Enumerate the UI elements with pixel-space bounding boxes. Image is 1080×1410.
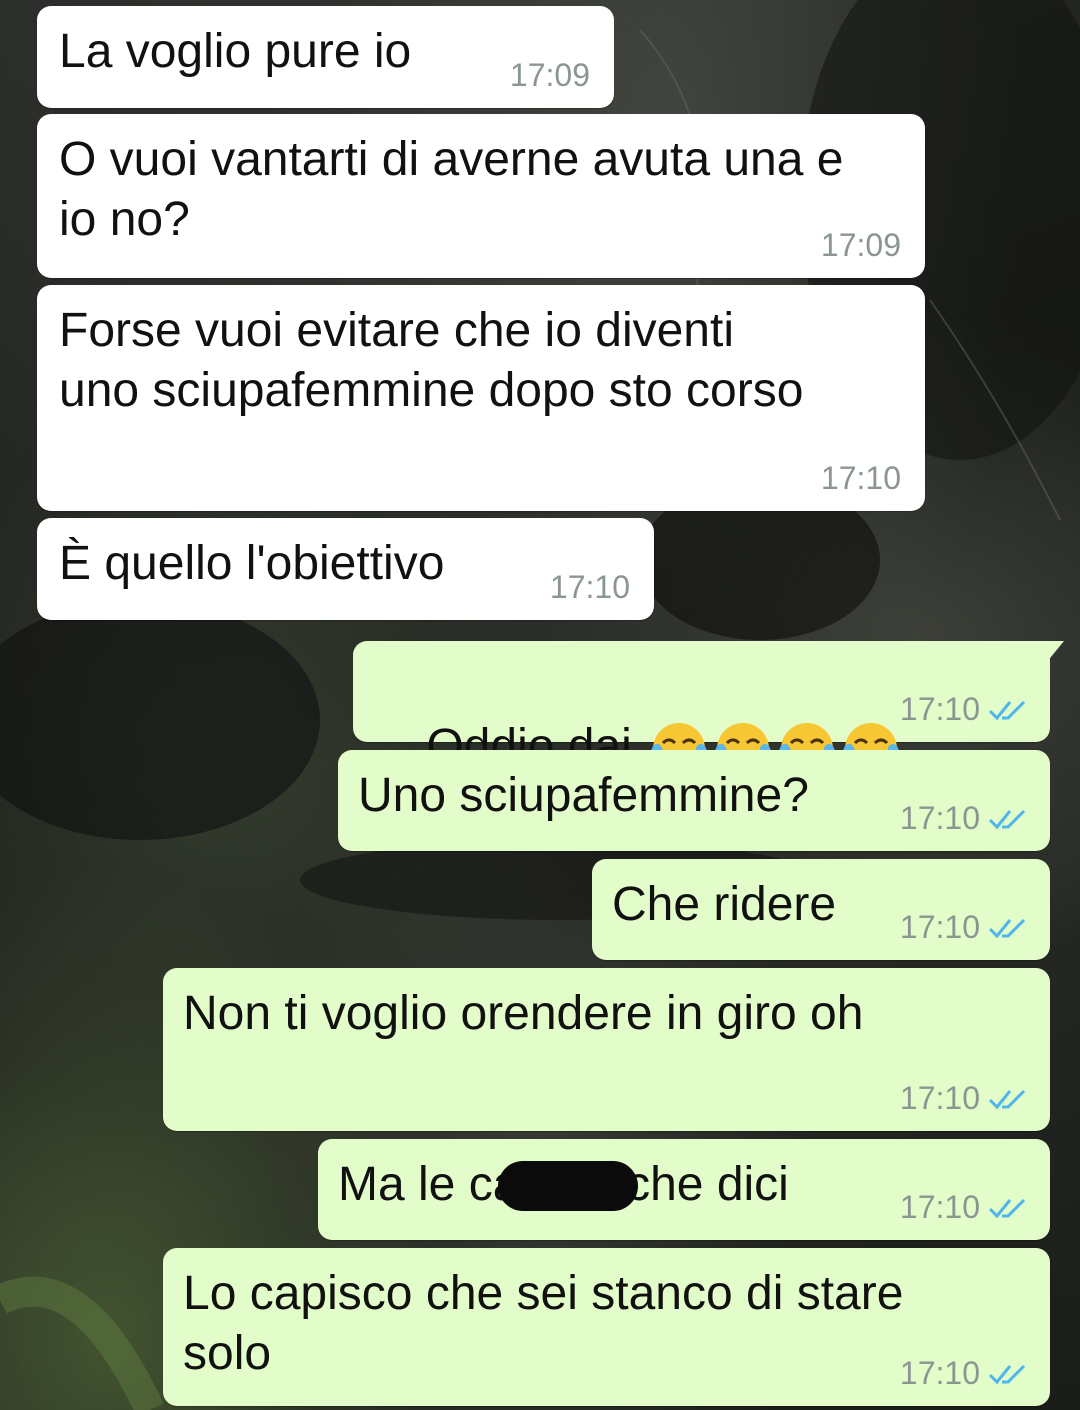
message-text: Che ridere [612,878,837,931]
double-check-icon [988,918,1026,939]
redaction-scribble [498,1161,638,1211]
message-time: 17:09 [820,227,901,263]
message-text: Uno sciupafemmine? [358,769,809,822]
message-time: 17:10 [899,909,980,945]
message-time: 17:09 [509,57,590,93]
outgoing-message[interactable]: Non ti voglio orendere in giro oh 17:10 [163,968,1050,1131]
message-text: Non ti voglio orendere in giro oh [183,987,864,1040]
message-text: La voglio pure io [59,25,412,78]
incoming-message[interactable]: O vuoi vantarti di averne avuta una e io… [37,114,925,278]
double-check-icon [988,809,1026,830]
incoming-message[interactable]: È quello l'obiettivo 17:10 [37,518,654,620]
outgoing-message[interactable]: Oddio dai 17:10 [353,641,1064,776]
incoming-message[interactable]: La voglio pure io 17:09 [37,6,614,108]
message-text: Lo capisco che sei stanco di stare solo [183,1267,904,1380]
double-check-icon [988,1089,1026,1110]
outgoing-message[interactable]: Ma le ca che dici 17:10 [318,1139,1050,1240]
outgoing-message[interactable]: Uno sciupafemmine? 17:10 [338,750,1050,851]
message-time: 17:10 [899,691,980,727]
message-text: O vuoi vantarti di averne avuta una e io… [59,133,844,246]
message-text: Forse vuoi evitare che io diventi uno sc… [59,304,804,417]
message-time: 17:10 [899,1189,980,1225]
double-check-icon [988,700,1026,721]
message-time: 17:10 [899,1355,980,1391]
incoming-message[interactable]: Forse vuoi evitare che io diventi uno sc… [37,285,925,511]
message-time: 17:10 [899,1080,980,1116]
message-text: È quello l'obiettivo [59,537,445,590]
message-time: 17:10 [899,800,980,836]
double-check-icon [988,1198,1026,1219]
bubble-tail [1046,641,1064,663]
outgoing-message[interactable]: Lo capisco che sei stanco di stare solo … [163,1248,1050,1406]
outgoing-message[interactable]: Che ridere 17:10 [592,859,1050,960]
message-time: 17:10 [549,569,630,605]
double-check-icon [988,1364,1026,1385]
message-time: 17:10 [820,460,901,496]
